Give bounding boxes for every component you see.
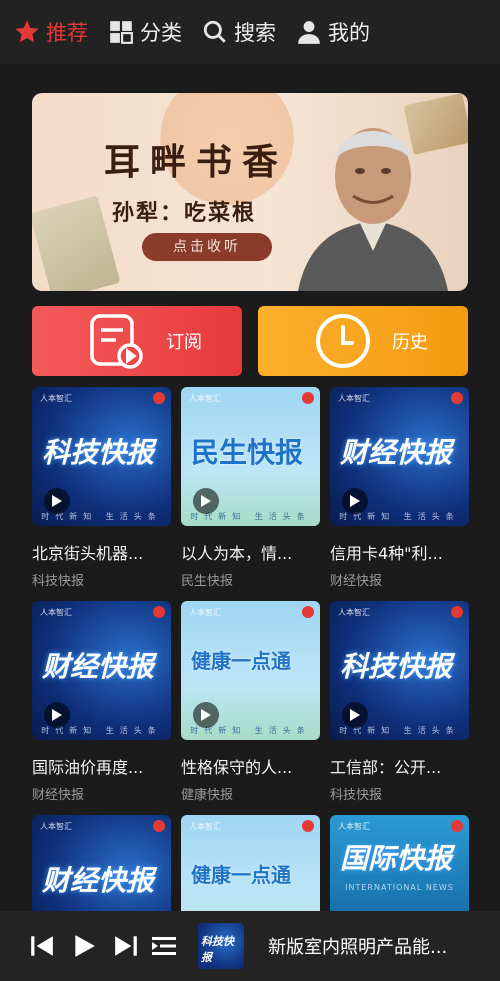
grid-icon [106,17,136,47]
content-card[interactable]: 人本智汇 科技快报 时代新知 生活头条 北京街头机器... 科技快报 [32,387,171,589]
artwork-title: 科技快报 [340,650,453,683]
nav-tab-label: 推荐 [46,21,88,45]
card-category: 科技快报 [32,574,85,589]
content-card[interactable]: 人本智汇 健康一点通 时代新知 生活头条 性格保守的人... 健康快报 [181,601,320,803]
artwork-title: 民生快报 [191,436,304,469]
history-button[interactable]: 历史 [258,306,468,376]
fm-logo-icon [153,820,165,832]
nav-tab-search[interactable]: 搜索 [200,0,276,64]
top-navigation: 推荐 分类 搜索 我的 [0,0,500,64]
artwork-tagline: INTERNATIONAL NEWS [345,883,454,892]
play-icon[interactable] [44,488,70,514]
card-artwork: 人本智汇 民生快报 时代新知 生活头条 [181,387,320,526]
play-icon[interactable] [193,488,219,514]
card-title[interactable]: 工信部：公开... [330,754,469,778]
artwork-title: 财经快报 [340,436,453,469]
artwork-brand: 人本智汇 [189,608,221,617]
history-label: 历史 [392,332,428,353]
card-artwork: 人本智汇 科技快报 时代新知 生活头条 [330,601,469,740]
fm-logo-icon [153,606,165,618]
banner-subtitle: 孙犁：吃菜根 [112,200,257,226]
artwork-title: 国际快报 [340,842,453,875]
artwork-brand: 人本智汇 [189,822,221,831]
card-title[interactable]: 性格保守的人... [181,754,320,778]
card-title[interactable]: 信用卡4种"利... [330,540,469,564]
artwork-brand: 人本智汇 [338,822,370,831]
nav-tab-label: 搜索 [234,21,276,45]
play-icon[interactable] [342,702,368,728]
featured-banner[interactable]: 耳畔书香 孙犁：吃菜根 点击收听 [32,93,468,291]
now-playing-title[interactable]: 新版室内照明产品能... [268,933,447,959]
fm-logo-icon [451,606,463,618]
fm-logo-icon [302,820,314,832]
content-card[interactable]: 人本智汇 财经快报 时代新知 生活头条 国际油价再度... 财经快报 [32,601,171,803]
artwork-brand: 人本智汇 [40,822,72,831]
fm-logo-icon [451,820,463,832]
subscribe-icon [88,312,146,370]
user-icon [294,17,324,47]
portrait-image [298,128,448,291]
nav-tab-recommend[interactable]: 推荐 [12,0,88,64]
content-card[interactable]: 人本智汇 科技快报 时代新知 生活头条 工信部：公开... 科技快报 [330,601,469,803]
clock-icon [314,312,372,370]
artwork-brand: 人本智汇 [338,608,370,617]
next-icon[interactable] [110,930,142,962]
content-card[interactable]: 人本智汇 财经快报 时代新知 生活头条 信用卡4种"利... 财经快报 [330,387,469,589]
card-title[interactable]: 北京街头机器... [32,540,171,564]
play-icon[interactable] [193,702,219,728]
nav-tab-label: 我的 [328,21,370,45]
card-category: 科技快报 [330,788,383,803]
card-artwork: 人本智汇财经快报时代新知 生活头条 [330,387,469,526]
banner-title: 耳畔书香 [104,141,289,183]
artwork-brand: 人本智汇 [40,394,72,403]
card-category: 民生快报 [181,574,234,589]
previous-icon[interactable] [26,930,58,962]
artwork-brand: 人本智汇 [338,394,370,403]
subscribe-label: 订阅 [166,332,202,353]
artwork-title: 财经快报 [42,864,155,897]
artwork-title: 财经快报 [42,650,155,683]
nav-tab-label: 分类 [140,21,182,45]
nav-tab-category[interactable]: 分类 [106,0,182,64]
playlist-icon[interactable] [148,930,180,962]
banner-decoration [32,195,121,291]
artwork-title: 科技快报 [42,436,155,469]
play-icon[interactable] [68,930,100,962]
card-category: 健康快报 [181,788,234,803]
mini-player: 科技快报 新版室内照明产品能... [0,911,500,981]
content-card[interactable]: 人本智汇 民生快报 时代新知 生活头条 以人为本，情... 民生快报 [181,387,320,589]
artwork-text: 科技快报 [201,935,234,964]
artwork-title: 健康一点通 [191,649,291,673]
fm-logo-icon [153,392,165,404]
fm-logo-icon [302,392,314,404]
card-title[interactable]: 以人为本，情... [181,540,320,564]
banner-listen-button[interactable]: 点击收听 [142,233,272,261]
subscribe-button[interactable]: 订阅 [32,306,242,376]
star-icon [12,17,42,47]
play-icon[interactable] [342,488,368,514]
card-artwork: 人本智汇财经快报时代新知 生活头条 [32,601,171,740]
artwork-brand: 人本智汇 [40,608,72,617]
card-category: 财经快报 [32,788,85,803]
artwork-brand: 人本智汇 [189,394,221,403]
artwork-title: 健康一点通 [191,863,291,887]
fm-logo-icon [302,606,314,618]
card-artwork: 人本智汇 科技快报 时代新知 生活头条 [32,387,171,526]
search-icon [200,17,230,47]
card-category: 财经快报 [330,574,383,589]
nav-tab-mine[interactable]: 我的 [294,0,370,64]
card-artwork: 人本智汇健康一点通时代新知 生活头条 [181,601,320,740]
fm-logo-icon [451,392,463,404]
play-icon[interactable] [44,702,70,728]
now-playing-artwork[interactable]: 科技快报 [198,923,244,969]
card-title[interactable]: 国际油价再度... [32,754,171,778]
